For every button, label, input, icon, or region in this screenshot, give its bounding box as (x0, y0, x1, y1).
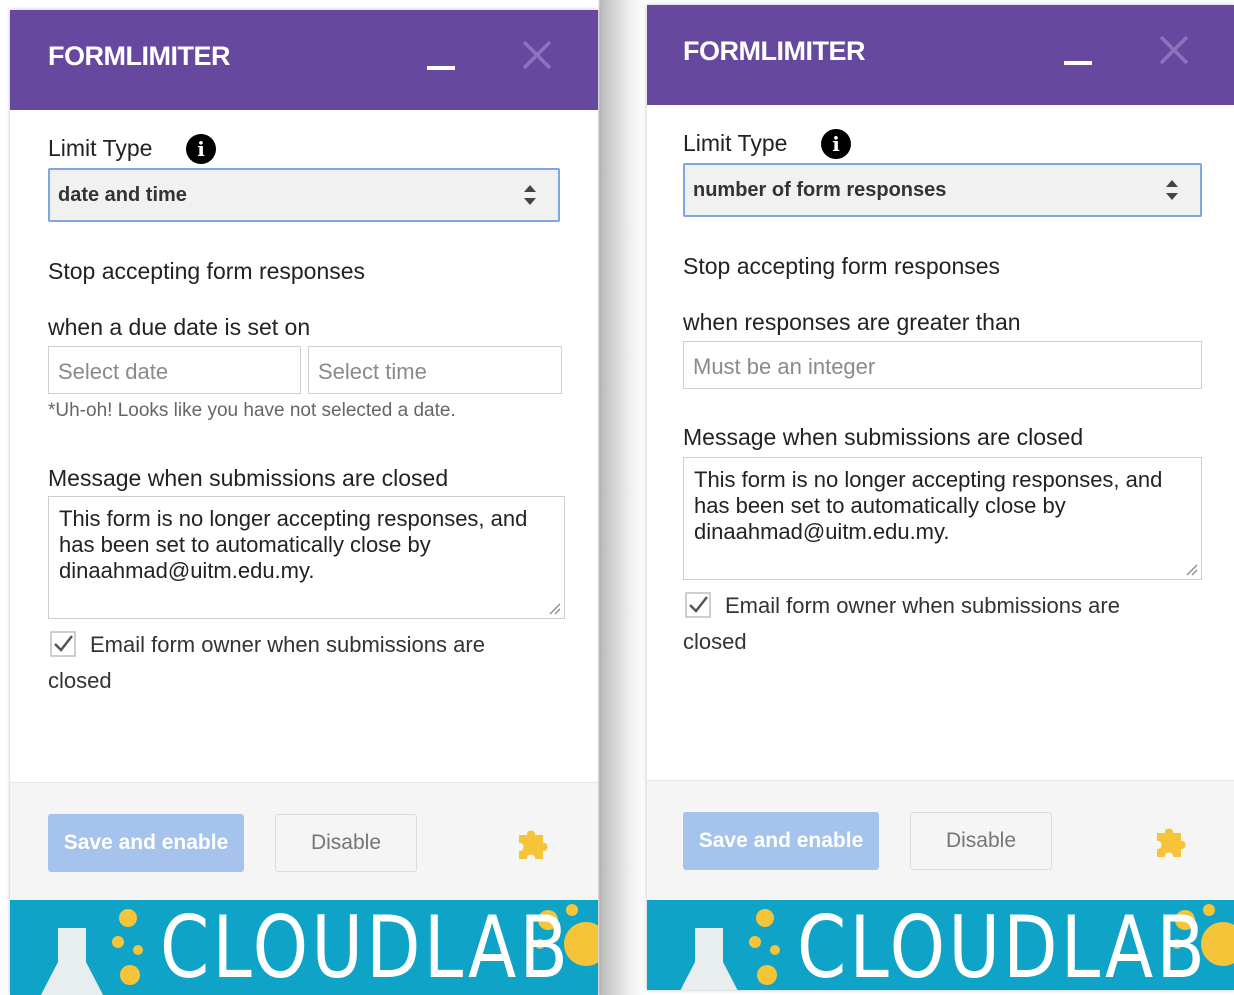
responses-greater-label: when responses are greater than (683, 309, 1021, 335)
limit-type-select[interactable]: number of form responses (683, 163, 1202, 217)
flask-icon (680, 928, 738, 990)
title-bar: FORMLIMITER (647, 5, 1234, 105)
footer: Save and enable Disable (647, 780, 1234, 899)
due-date-label: when a due date is set on (48, 314, 311, 340)
closed-message-text: This form is no longer accepting respons… (694, 467, 1163, 544)
stop-accepting-label: Stop accepting form responses (683, 253, 1001, 279)
email-owner-label: Email form owner when submissions are cl… (683, 593, 1120, 654)
flask-icon (40, 928, 104, 995)
message-label: Message when submissions are closed (683, 424, 1084, 450)
close-icon[interactable] (521, 39, 553, 71)
select-arrows-icon (1166, 180, 1178, 200)
limit-type-label: Limit Type (48, 135, 153, 161)
puzzle-icon[interactable] (513, 825, 553, 865)
formlimiter-panel-date: FORMLIMITER Limit Type i date and time S… (10, 10, 598, 995)
date-error-hint: *Uh-oh! Looks like you have not selected… (48, 400, 456, 421)
disable-button[interactable]: Disable (910, 812, 1052, 870)
time-placeholder: Select time (318, 359, 427, 384)
cloudlab-banner: CLOUDLAB (10, 900, 598, 995)
puzzle-icon[interactable] (1151, 823, 1191, 863)
disable-button[interactable]: Disable (275, 814, 417, 872)
limit-type-value: date and time (58, 184, 187, 206)
limit-type-value: number of form responses (693, 179, 947, 201)
cloudlab-logo-text: CLOUDLAB (797, 900, 1209, 990)
cloudlab-logo-text: CLOUDLAB (160, 900, 572, 995)
date-placeholder: Select date (58, 359, 169, 384)
info-icon[interactable]: i (186, 134, 216, 164)
resize-grip-icon[interactable] (1184, 562, 1198, 576)
response-count-input[interactable]: Must be an integer (683, 341, 1202, 389)
integer-placeholder: Must be an integer (693, 354, 876, 379)
save-and-enable-button[interactable]: Save and enable (683, 812, 879, 870)
panel-title: FORMLIMITER (683, 36, 865, 66)
closed-message-textarea[interactable]: This form is no longer accepting respons… (683, 457, 1202, 580)
email-owner-label: Email form owner when submissions are cl… (48, 632, 485, 693)
closed-message-text: This form is no longer accepting respons… (59, 506, 528, 583)
limit-type-label: Limit Type (683, 130, 788, 156)
stop-accepting-label: Stop accepting form responses (48, 258, 366, 284)
minimize-icon[interactable] (427, 66, 455, 70)
formlimiter-panel-responses: FORMLIMITER Limit Type i number of form … (647, 5, 1234, 990)
message-label: Message when submissions are closed (48, 465, 449, 491)
limit-type-select[interactable]: date and time (48, 168, 560, 222)
cloudlab-banner: CLOUDLAB (647, 900, 1234, 990)
select-arrows-icon (524, 185, 536, 205)
closed-message-textarea[interactable]: This form is no longer accepting respons… (48, 496, 565, 619)
time-input[interactable]: Select time (308, 346, 562, 394)
title-bar: FORMLIMITER (10, 10, 598, 110)
resize-grip-icon[interactable] (547, 601, 561, 615)
close-icon[interactable] (1158, 34, 1190, 66)
date-input[interactable]: Select date (48, 346, 301, 394)
minimize-icon[interactable] (1064, 61, 1092, 65)
info-icon[interactable]: i (821, 129, 851, 159)
save-and-enable-button[interactable]: Save and enable (48, 814, 244, 872)
panel-title: FORMLIMITER (48, 41, 230, 71)
footer: Save and enable Disable (10, 782, 598, 901)
